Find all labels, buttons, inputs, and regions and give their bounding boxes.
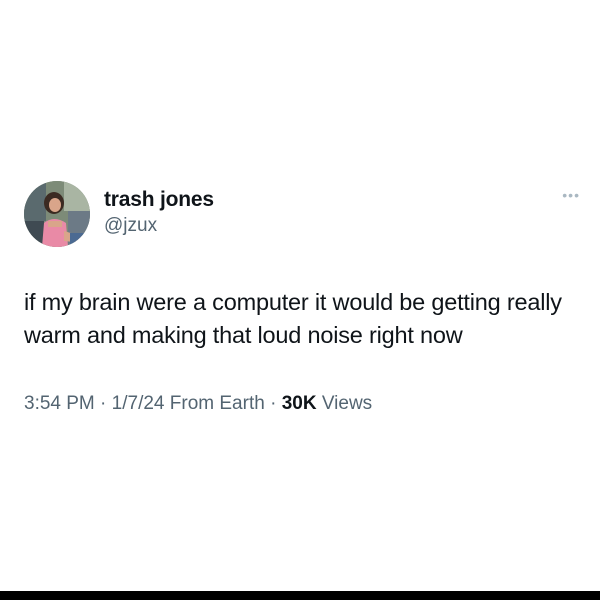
screenshot-page: trash jones @jzux ••• if my brain were a…: [0, 0, 600, 600]
tweet-source: From Earth: [169, 393, 265, 414]
username-handle[interactable]: @jzux: [104, 214, 214, 238]
tweet-card: trash jones @jzux ••• if my brain were a…: [24, 178, 580, 416]
avatar[interactable]: [24, 181, 90, 247]
more-horizontal-icon[interactable]: •••: [562, 188, 580, 202]
tweet-time[interactable]: 3:54 PM: [24, 393, 95, 414]
bottom-black-bar: [0, 591, 600, 600]
meta-separator: ·: [100, 393, 107, 414]
author-names: trash jones @jzux: [104, 188, 214, 238]
views-label[interactable]: Views: [322, 393, 372, 414]
tweet-date[interactable]: 1/7/24: [112, 393, 165, 414]
views-count[interactable]: 30K: [282, 393, 317, 414]
tweet-meta: 3:54 PM · 1/7/24 From Earth · 30K Views: [24, 392, 580, 416]
meta-separator: ·: [270, 393, 277, 414]
avatar-photo: [24, 181, 90, 247]
display-name[interactable]: trash jones: [104, 188, 214, 212]
tweet-text: if my brain were a computer it would be …: [24, 289, 562, 348]
tweet-header: trash jones @jzux •••: [24, 178, 580, 250]
